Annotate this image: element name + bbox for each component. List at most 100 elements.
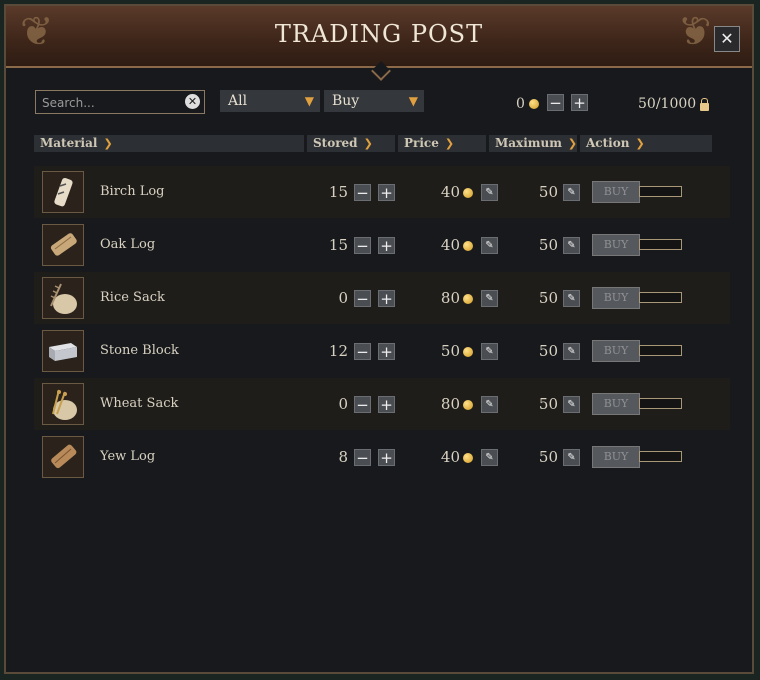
table-row: Wheat Sack 0 − + 80 ✎ 50 ✎ BUY (34, 378, 730, 430)
stored-value: 0 (338, 395, 348, 413)
oak-log-icon (42, 224, 84, 266)
stored-value: 15 (328, 236, 348, 254)
stored-value: 12 (328, 342, 348, 360)
edit-maximum-button[interactable]: ✎ (563, 237, 580, 254)
stored-decrease-button[interactable]: − (354, 184, 371, 201)
column-header-action[interactable]: Action ❯ (580, 135, 712, 152)
buy-amount-slider[interactable] (639, 292, 682, 303)
price-value: 50 (440, 342, 460, 360)
gold-coin-icon (463, 453, 473, 463)
stored-decrease-button[interactable]: − (354, 343, 371, 360)
maximum-value: 50 (538, 236, 558, 254)
column-header-maximum[interactable]: Maximum ❯ (489, 135, 577, 152)
table-row: Yew Log 8 − + 40 ✎ 50 ✎ BUY (34, 431, 730, 483)
buy-button[interactable]: BUY (592, 181, 640, 203)
edit-price-button[interactable]: ✎ (481, 449, 498, 466)
buy-amount-slider[interactable] (639, 398, 682, 409)
yew-log-icon (42, 436, 84, 478)
close-button[interactable]: ✕ (714, 26, 740, 52)
category-dropdown[interactable]: All ▼ (220, 90, 320, 112)
category-value: All (228, 93, 248, 109)
chevron-right-icon: ❯ (103, 137, 113, 150)
material-name: Stone Block (100, 343, 179, 358)
price-value: 40 (440, 448, 460, 466)
gold-increase-button[interactable]: + (571, 94, 588, 111)
buy-button[interactable]: BUY (592, 234, 640, 256)
chevron-down-icon: ▼ (304, 94, 314, 108)
gold-coin-icon (463, 347, 473, 357)
edit-price-button[interactable]: ✎ (481, 343, 498, 360)
price-value: 40 (440, 183, 460, 201)
price-value: 80 (440, 395, 460, 413)
maximum-value: 50 (538, 342, 558, 360)
material-name: Oak Log (100, 237, 156, 252)
buy-amount-slider[interactable] (639, 345, 682, 356)
search-box[interactable]: ✕ (35, 90, 205, 114)
column-label: Action (586, 136, 630, 150)
buy-button[interactable]: BUY (592, 446, 640, 468)
clear-search-icon[interactable]: ✕ (185, 94, 200, 109)
table-row: Birch Log 15 − + 40 ✎ 50 ✎ BUY (34, 166, 730, 218)
edit-maximum-button[interactable]: ✎ (563, 396, 580, 413)
stored-value: 0 (338, 289, 348, 307)
table-row: Stone Block 12 − + 50 ✎ 50 ✎ BUY (34, 325, 730, 377)
mode-value: Buy (332, 93, 360, 109)
window-title: TRADING POST (274, 20, 484, 48)
gold-coin-icon (529, 99, 540, 109)
table-row: Rice Sack 0 − + 80 ✎ 50 ✎ BUY (34, 272, 730, 324)
stored-increase-button[interactable]: + (378, 343, 395, 360)
maximum-value: 50 (538, 395, 558, 413)
stored-increase-button[interactable]: + (378, 184, 395, 201)
gold-coin-icon (463, 241, 473, 251)
material-name: Wheat Sack (100, 396, 179, 411)
table-row: Oak Log 15 − + 40 ✎ 50 ✎ BUY (34, 219, 730, 271)
gold-amount: 0 (516, 96, 525, 112)
material-name: Birch Log (100, 184, 165, 199)
title-bar: ❦ ❦ TRADING POST ✕ (6, 6, 752, 68)
stored-increase-button[interactable]: + (378, 396, 395, 413)
column-header-stored[interactable]: Stored ❯ (307, 135, 395, 152)
maximum-value: 50 (538, 448, 558, 466)
chevron-down-icon: ▼ (408, 94, 418, 108)
edit-maximum-button[interactable]: ✎ (563, 290, 580, 307)
edit-maximum-button[interactable]: ✎ (563, 449, 580, 466)
chevron-right-icon: ❯ (635, 137, 645, 150)
edit-maximum-button[interactable]: ✎ (563, 343, 580, 360)
stored-decrease-button[interactable]: − (354, 237, 371, 254)
chevron-right-icon: ❯ (444, 137, 455, 150)
stored-value: 8 (338, 448, 348, 466)
stored-decrease-button[interactable]: − (354, 290, 371, 307)
buy-amount-slider[interactable] (639, 186, 682, 197)
capacity-text: 50/1000 (638, 96, 697, 112)
stored-increase-button[interactable]: + (378, 449, 395, 466)
edit-maximum-button[interactable]: ✎ (563, 184, 580, 201)
price-value: 80 (440, 289, 460, 307)
buy-button[interactable]: BUY (592, 393, 640, 415)
gold-coin-icon (463, 294, 473, 304)
stored-decrease-button[interactable]: − (354, 396, 371, 413)
stored-increase-button[interactable]: + (378, 290, 395, 307)
column-header-price[interactable]: Price ❯ (398, 135, 486, 152)
stored-increase-button[interactable]: + (378, 237, 395, 254)
buy-button[interactable]: BUY (592, 287, 640, 309)
chevron-right-icon: ❯ (567, 137, 578, 150)
mode-dropdown[interactable]: Buy ▼ (324, 90, 424, 112)
rice-sack-icon (42, 277, 84, 319)
material-name: Rice Sack (100, 290, 165, 305)
maximum-value: 50 (538, 183, 558, 201)
buy-button[interactable]: BUY (592, 340, 640, 362)
buy-amount-slider[interactable] (639, 239, 682, 250)
buy-amount-slider[interactable] (639, 451, 682, 462)
edit-price-button[interactable]: ✎ (481, 237, 498, 254)
edit-price-button[interactable]: ✎ (481, 184, 498, 201)
stone-block-icon (42, 330, 84, 372)
column-header-material[interactable]: Material ❯ (34, 135, 304, 152)
price-value: 40 (440, 236, 460, 254)
search-input[interactable] (40, 93, 184, 113)
stored-decrease-button[interactable]: − (354, 449, 371, 466)
edit-price-button[interactable]: ✎ (481, 290, 498, 307)
gold-decrease-button[interactable]: − (547, 94, 564, 111)
gold-coin-icon (463, 188, 473, 198)
chevron-right-icon: ❯ (363, 137, 373, 150)
edit-price-button[interactable]: ✎ (481, 396, 498, 413)
